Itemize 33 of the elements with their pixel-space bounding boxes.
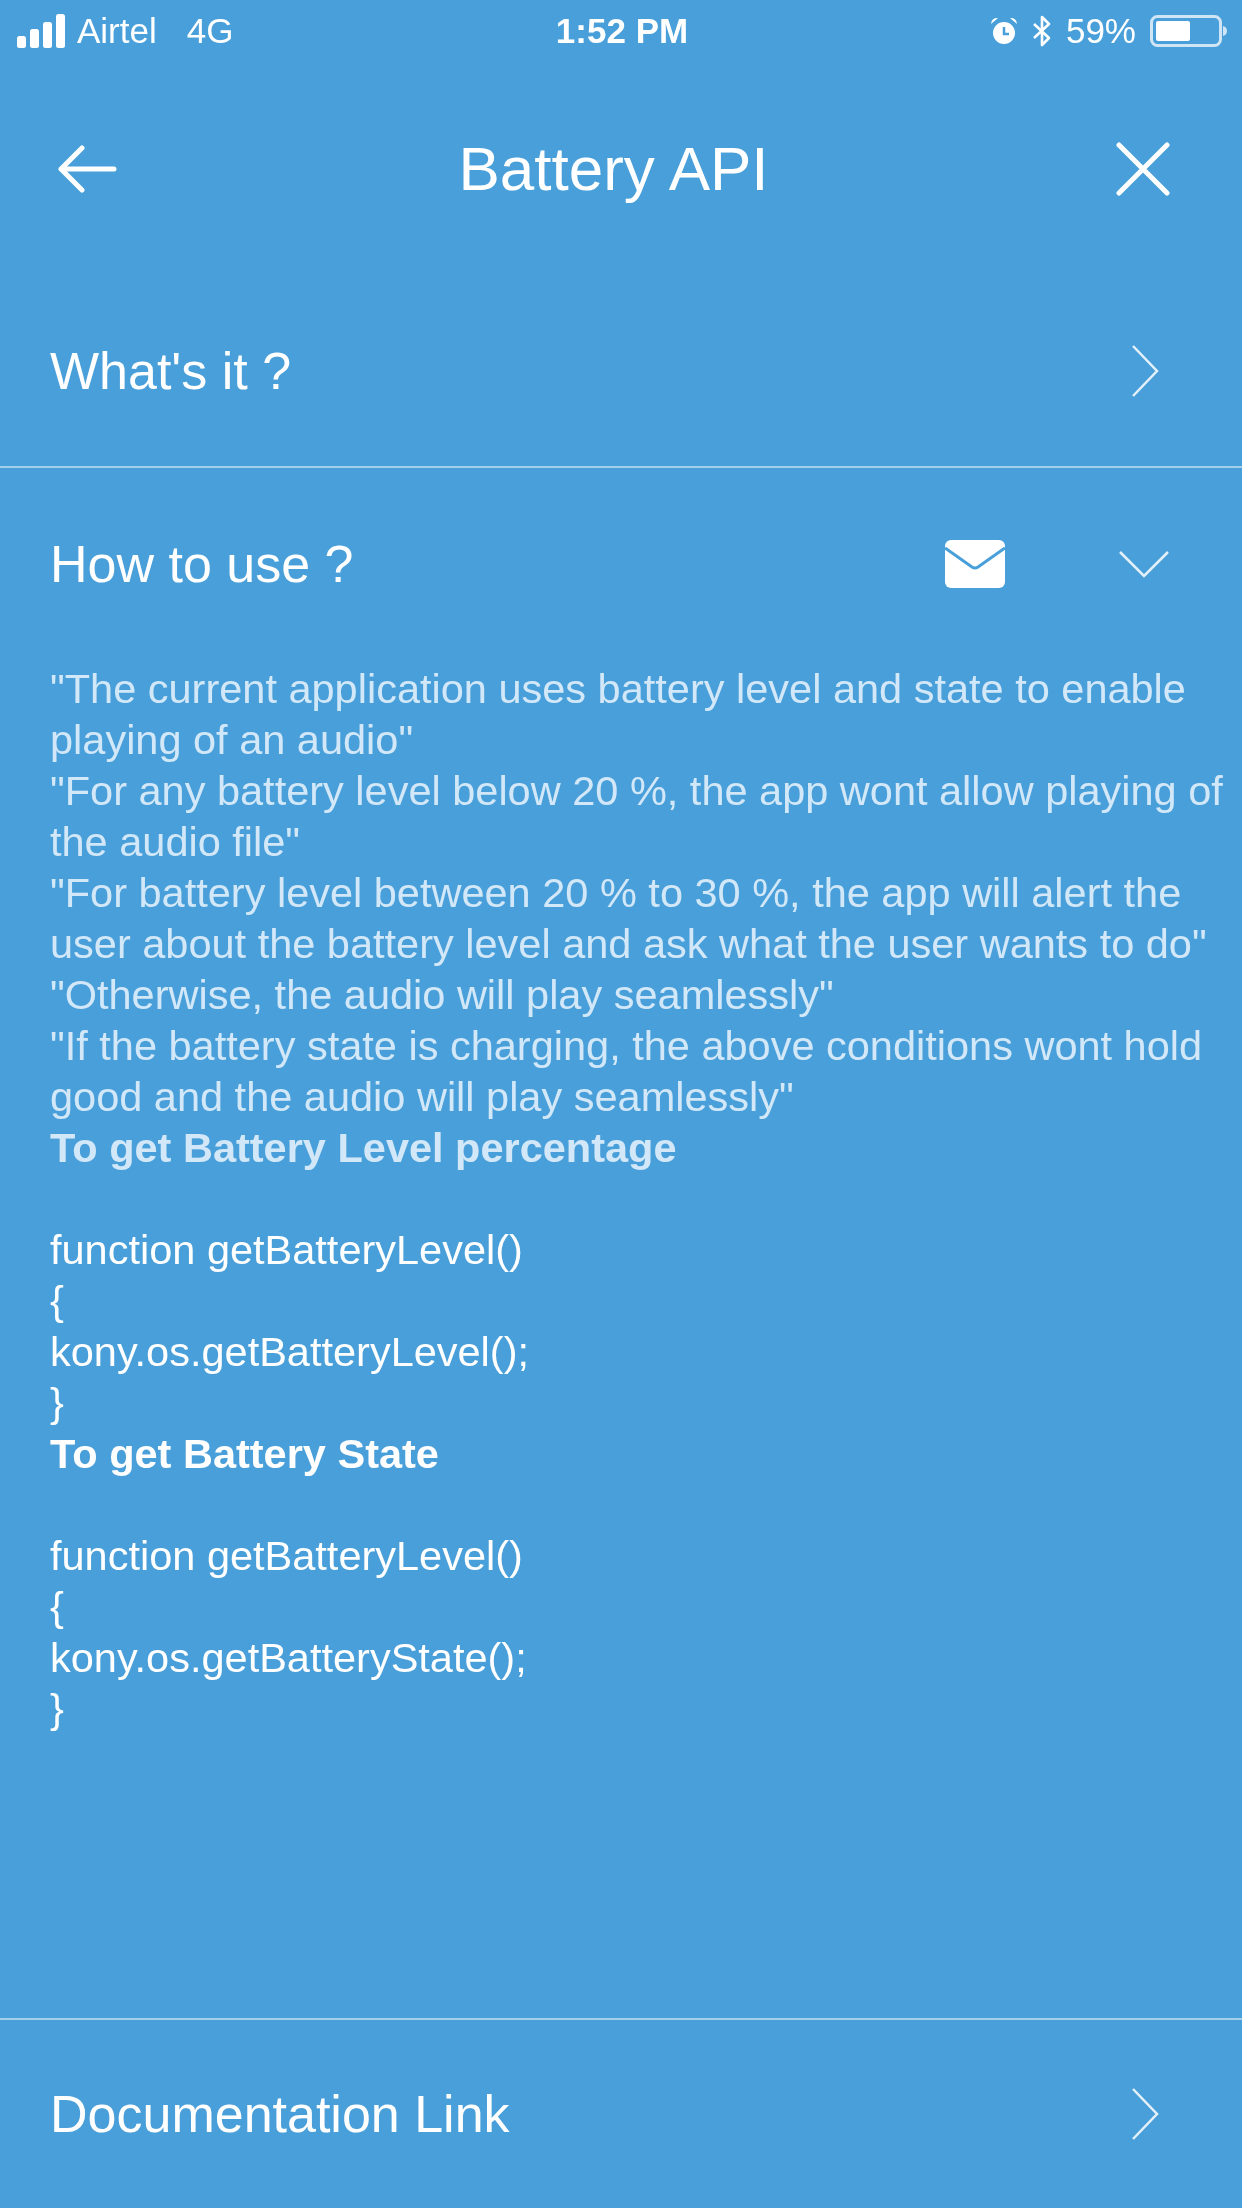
battery-icon [1150,15,1227,47]
code-line: kony.os.getBatteryState(); [50,1633,527,1683]
page-title: Battery API [458,132,769,205]
chevron-right-icon[interactable] [1131,2087,1159,2141]
description-text: "The current application uses battery level and state to enable playing of an audio" [50,664,1187,765]
section-title[interactable]: How to use ? [50,534,354,594]
code-line: kony.os.getBatteryLevel(); [50,1327,529,1377]
code-line: } [50,1684,64,1734]
network-type: 4G [186,11,234,51]
description-text: "For battery level between 20 % to 30 %, the app will alert the user about the battery level and ask what the user wants to do" [50,868,1208,969]
code-line: function getBatteryLevel() [50,1531,523,1581]
carrier-name: Airtel [77,11,157,51]
chevron-down-icon[interactable] [1118,550,1170,578]
code-line: { [50,1276,64,1326]
close-icon[interactable] [1116,142,1170,196]
code-line: { [50,1582,64,1632]
section-heading: To get Battery State [50,1429,439,1479]
status-time: 1:52 PM [555,11,689,51]
code-line: function getBatteryLevel() [50,1225,523,1275]
description-text: "For any battery level below 20 %, the app wont allow playing of the audio file" [50,766,1224,867]
section-heading: To get Battery Level percentage [50,1123,677,1173]
chevron-right-icon[interactable] [1131,344,1159,398]
documentation-link[interactable]: Documentation Link [50,2084,510,2144]
mail-icon[interactable] [945,540,1005,588]
alarm-clock-icon [989,17,1018,45]
back-arrow-icon[interactable] [57,145,117,193]
bluetooth-icon [1031,15,1052,47]
battery-percent: 59% [1065,11,1136,51]
description-text: "Otherwise, the audio will play seamlessly" [50,970,834,1020]
section-title[interactable]: What's it ? [50,341,292,401]
signal-icon [17,14,65,48]
code-line: } [50,1378,64,1428]
description-text: "If the battery state is charging, the above conditions wont hold good and the audio will play seamlessly" [50,1021,1204,1122]
